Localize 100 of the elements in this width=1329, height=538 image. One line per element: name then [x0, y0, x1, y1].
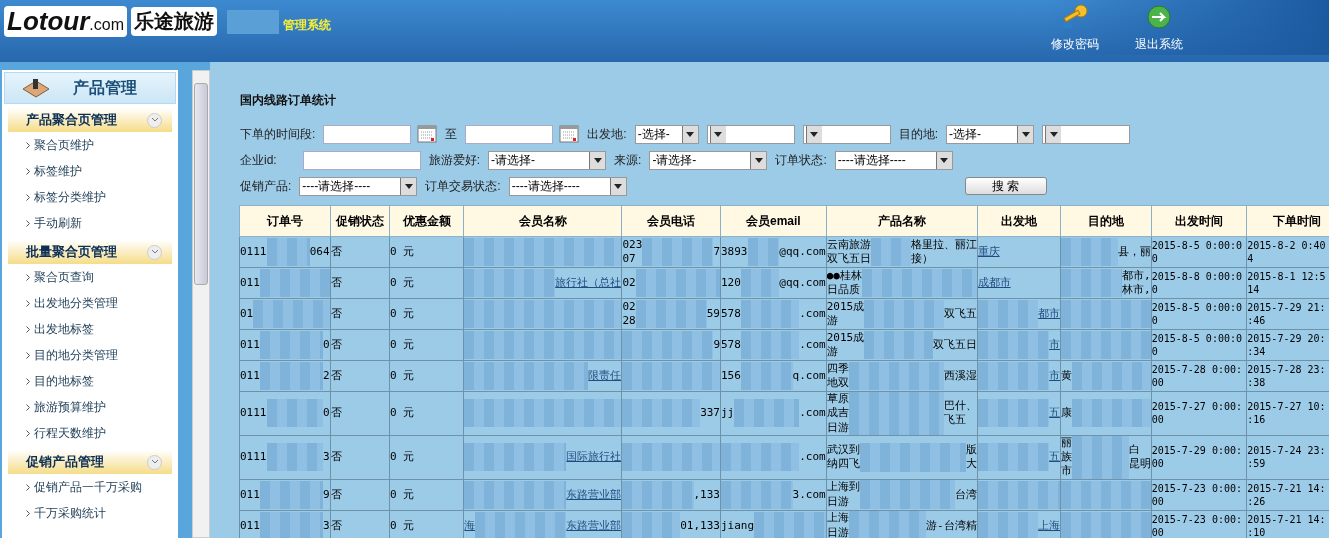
select-field[interactable]: ----请选择----	[508, 176, 627, 196]
menu-item[interactable]: 聚合页维护	[2, 132, 178, 158]
table-cell: 台湾	[954, 487, 977, 502]
menu-item[interactable]: 千万采购统计	[2, 500, 178, 526]
table-cell: 28	[622, 314, 636, 329]
link[interactable]: 东路营业部	[566, 518, 621, 533]
menu-item[interactable]: 标签分类维护	[2, 184, 178, 210]
table-cell: @qq.com	[779, 275, 826, 291]
link[interactable]: 市	[1049, 337, 1060, 353]
key-icon	[1060, 4, 1090, 30]
link[interactable]: 都市	[1038, 306, 1060, 322]
column-header: 出发时间	[1151, 205, 1247, 237]
menu-group-title: 批量聚合页管理	[26, 243, 117, 261]
chevron-right-icon	[26, 377, 30, 385]
table-cell: 日品质	[827, 283, 860, 298]
table-cell: 7	[713, 244, 720, 260]
select-field[interactable]	[706, 124, 795, 144]
table-cell: 否	[331, 306, 342, 322]
logo-chinese-text: 乐途旅游	[131, 7, 217, 36]
column-header: 目的地	[1060, 205, 1152, 237]
table-cell: 昆明	[1128, 457, 1151, 472]
menu-item[interactable]: 出发地标签	[2, 316, 178, 342]
header-action-button[interactable]: 退出系统	[1129, 2, 1189, 55]
menu-item[interactable]: 标签维护	[2, 158, 178, 184]
table-cell: 上海	[827, 511, 849, 526]
table-cell: 011	[240, 275, 260, 291]
table-cell: 3	[322, 450, 330, 465]
menu-group-title: 促销产品管理	[26, 453, 104, 471]
select-field[interactable]	[802, 124, 891, 144]
table-cell: 0 元	[390, 306, 415, 322]
search-button[interactable]: 搜 索	[964, 177, 1047, 195]
menu-item[interactable]: 手动刷新	[2, 210, 178, 236]
select-field[interactable]: ----请选择----	[834, 150, 953, 170]
chevron-right-icon	[26, 167, 30, 175]
menu-group-header[interactable]: 产品聚合页管理	[8, 108, 172, 132]
table-cell: 白	[1128, 443, 1140, 458]
select-field[interactable]	[1042, 124, 1131, 144]
select-field[interactable]: -请选择-	[649, 150, 768, 170]
date-field[interactable]	[465, 124, 554, 144]
table-cell: :34	[1247, 345, 1266, 358]
menu-item[interactable]: 聚合页查询	[2, 264, 178, 290]
link[interactable]: 市	[1049, 368, 1060, 384]
table-cell: 01,133	[680, 518, 720, 533]
select-field[interactable]: -选择-	[946, 124, 1035, 144]
chevron-right-icon	[26, 273, 30, 281]
table-cell: 版	[965, 443, 977, 458]
calendar-icon[interactable]	[559, 125, 580, 143]
table-cell: 2015-7-28 23:	[1247, 363, 1326, 376]
chevron-right-icon	[26, 429, 30, 437]
column-header: 会员名称	[463, 205, 622, 237]
menu-item[interactable]: 促销产品一千万采购	[2, 474, 178, 500]
table-cell: 县，丽	[1117, 244, 1151, 260]
table-cell: 01	[240, 306, 254, 322]
table-cell: jj	[721, 406, 735, 421]
table-cell: 07	[622, 252, 636, 267]
table-cell: 市	[1061, 464, 1073, 479]
menu-item[interactable]: 目的地标签	[2, 368, 178, 394]
table-cell: 纳四飞	[827, 457, 860, 472]
chevron-right-icon	[26, 299, 30, 307]
scrollbar[interactable]	[192, 70, 210, 538]
input-field[interactable]	[302, 150, 421, 170]
link[interactable]: 重庆	[978, 244, 1000, 260]
table-cell: 巴什、	[943, 399, 977, 414]
table-cell: 0 元	[390, 275, 415, 291]
select-field[interactable]: -请选择-	[488, 150, 607, 170]
link[interactable]: 上海	[1038, 518, 1060, 533]
table-cell: 日游	[827, 494, 849, 510]
chevron-right-icon	[26, 403, 30, 411]
sidebar-title: 产品管理	[73, 77, 137, 98]
link[interactable]: 国际旅行社	[566, 450, 621, 465]
link[interactable]: 海	[464, 518, 476, 533]
select-field[interactable]: -选择-	[634, 124, 699, 144]
table-cell: :16	[1247, 413, 1266, 427]
table-cell: jiang	[721, 518, 755, 533]
link[interactable]: 成都市	[978, 275, 1011, 291]
link[interactable]: 五	[1049, 450, 1060, 465]
link[interactable]: 限责任	[588, 368, 621, 384]
table-cell: 4	[1247, 252, 1254, 265]
table-cell: 族	[1061, 450, 1073, 465]
select-field[interactable]: ----请选择----	[299, 176, 418, 196]
menu-item[interactable]: 行程天数维护	[2, 420, 178, 446]
menu-item[interactable]: 旅游预算维护	[2, 394, 178, 420]
table-cell: 2015-8-2 0:40	[1247, 239, 1326, 252]
calendar-icon[interactable]	[417, 125, 438, 143]
link[interactable]: 东路营业部	[566, 487, 621, 502]
table-cell: .com	[799, 450, 826, 465]
menu-item[interactable]: 目的地分类管理	[2, 342, 178, 368]
header-action-button[interactable]: 修改密码	[1045, 2, 1105, 55]
menu-group-header[interactable]: 批量聚合页管理	[8, 240, 172, 264]
menu-group-header[interactable]: 促销产品管理	[8, 450, 172, 474]
table-cell: 否	[331, 406, 342, 421]
table-cell: 00	[1152, 457, 1164, 471]
table-cell: 2015-7-21 14:	[1247, 481, 1326, 495]
link[interactable]: 五	[1049, 406, 1060, 421]
table-cell: 2015-7-27 10:	[1247, 400, 1326, 414]
date-field[interactable]	[323, 124, 412, 144]
table-cell: 2015-8-5 0:00:0	[1152, 239, 1242, 252]
menu-item[interactable]: 出发地分类管理	[2, 290, 178, 316]
scrollbar-thumb[interactable]	[194, 83, 208, 285]
chevron-right-icon	[26, 351, 30, 359]
